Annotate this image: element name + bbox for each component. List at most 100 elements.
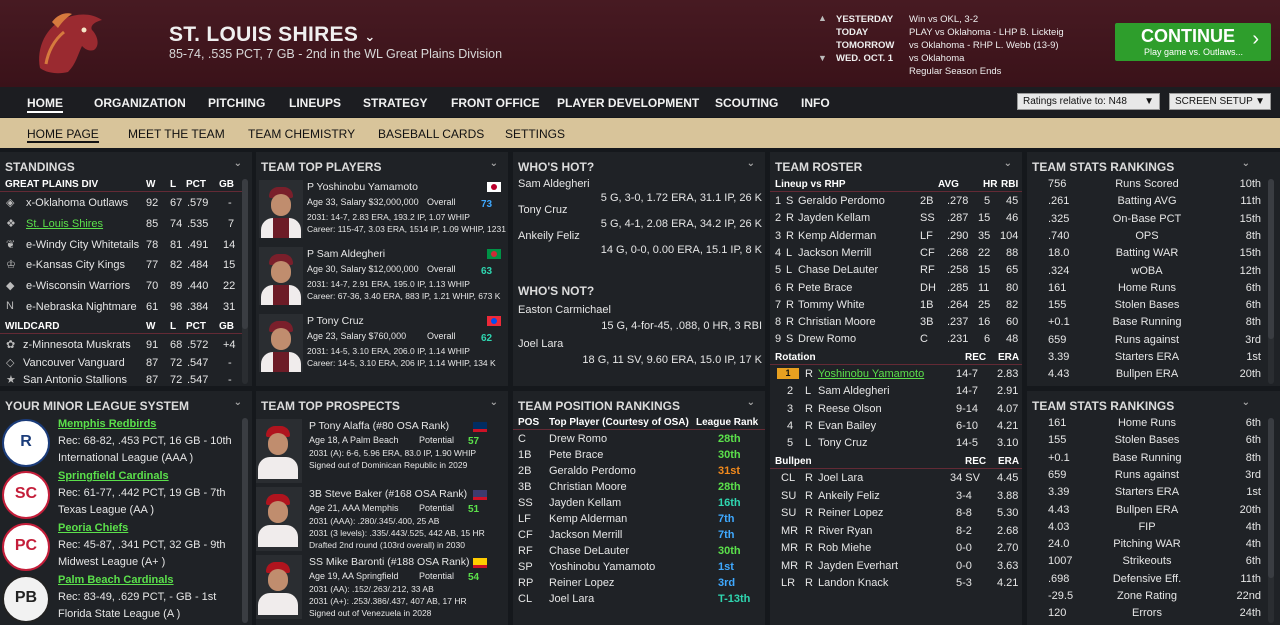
player-name[interactable]: Chase DeLauter	[798, 264, 878, 276]
schedule-down-icon[interactable]: ▼	[818, 53, 827, 63]
team-name[interactable]: x-Oklahoma Outlaws	[26, 197, 128, 209]
nav-player-development[interactable]: PLAYER DEVELOPMENT	[557, 96, 699, 110]
scrollbar[interactable]	[242, 418, 248, 623]
chevron-down-icon[interactable]: ⌄	[234, 397, 242, 408]
subnav-team-chemistry[interactable]: TEAM CHEMISTRY	[248, 127, 355, 141]
prospect-name[interactable]: SS Mike Baronti (#188 OSA Rank)	[309, 556, 470, 568]
subnav-home-page[interactable]: HOME PAGE	[27, 127, 99, 143]
schedule-up-icon[interactable]: ▲	[818, 13, 827, 23]
player-name[interactable]: Kemp Alderman	[798, 230, 876, 242]
prospect-portrait[interactable]	[256, 419, 302, 483]
team-name[interactable]: St. Louis Shires	[26, 218, 103, 230]
pitcher-name[interactable]: River Ryan	[818, 525, 872, 537]
team-title[interactable]: ST. LOUIS SHIRES ⌄	[169, 23, 376, 47]
player-name[interactable]: P Tony Cruz	[307, 315, 364, 327]
scrollbar-thumb[interactable]	[1268, 418, 1274, 578]
pct: .484	[187, 259, 209, 272]
chevron-down-icon[interactable]: ⌄	[1242, 158, 1250, 169]
nav-organization[interactable]: ORGANIZATION	[94, 96, 186, 110]
hot-player-name[interactable]: Ankeily Feliz	[518, 230, 580, 242]
player-name[interactable]: Christian Moore	[798, 316, 876, 328]
subnav-meet-the-team[interactable]: MEET THE TEAM	[128, 127, 225, 141]
pitcher-name[interactable]: Joel Lara	[818, 472, 863, 484]
subnav-baseball-cards[interactable]: BASEBALL CARDS	[378, 127, 484, 141]
minor-team-name[interactable]: Memphis Redbirds	[58, 418, 156, 430]
chevron-down-icon[interactable]: ⌄	[234, 158, 242, 169]
team-name[interactable]: e-Kansas City Kings	[26, 259, 125, 271]
pitcher-name[interactable]: Reese Olson	[818, 403, 882, 415]
team-name[interactable]: e-Nebraska Nightmare	[26, 301, 137, 313]
prospect-name[interactable]: P Tony Alaffa (#80 OSA Rank)	[309, 420, 449, 432]
minor-team-name[interactable]: Palm Beach Cardinals	[58, 574, 174, 586]
pitcher-name[interactable]: Jayden Everhart	[818, 560, 898, 572]
top-player[interactable]: Drew Romo	[549, 433, 607, 445]
top-player[interactable]: Reiner Lopez	[549, 577, 614, 589]
player-name[interactable]: P Sam Aldegheri	[307, 248, 385, 260]
chevron-down-icon[interactable]: ⌄	[490, 158, 498, 169]
top-player[interactable]: Geraldo Perdomo	[549, 465, 636, 477]
player-name[interactable]: Drew Romo	[798, 333, 856, 345]
top-player[interactable]: Jackson Merrill	[549, 529, 622, 541]
screen-setup-select[interactable]: SCREEN SETUP ▼	[1169, 93, 1271, 110]
player-name[interactable]: Geraldo Perdomo	[798, 195, 885, 207]
pitcher-name[interactable]: Evan Bailey	[818, 420, 876, 432]
nav-home[interactable]: HOME	[27, 96, 63, 113]
top-player[interactable]: Jayden Kellam	[549, 497, 621, 509]
prospect-portrait[interactable]	[256, 555, 302, 619]
player-name[interactable]: Tommy White	[798, 299, 865, 311]
prospect-portrait[interactable]	[256, 487, 302, 551]
minor-team-record: Rec: 68-82, .453 PCT, 16 GB - 10th	[58, 435, 232, 447]
player-name[interactable]: Jayden Kellam	[798, 212, 870, 224]
nav-lineups[interactable]: LINEUPS	[289, 96, 341, 110]
top-player[interactable]: Yoshinobu Yamamoto	[549, 561, 655, 573]
pitcher-name[interactable]: Rob Miehe	[818, 542, 871, 554]
continue-button[interactable]: CONTINUE Play game vs. Outlaws... ›	[1115, 23, 1271, 61]
nav-info[interactable]: INFO	[801, 96, 830, 110]
throws: R	[805, 559, 813, 572]
not-player-name[interactable]: Easton Carmichael	[518, 304, 611, 316]
hot-player-name[interactable]: Sam Aldegheri	[518, 178, 590, 190]
throws: R	[805, 507, 813, 519]
subnav-settings[interactable]: SETTINGS	[505, 127, 565, 141]
chevron-down-icon[interactable]: ⌄	[747, 397, 755, 408]
top-player[interactable]: Chase DeLauter	[549, 545, 629, 557]
prospect-info: Age 21, AAA Memphis	[309, 503, 399, 513]
pitcher-name[interactable]: Tony Cruz	[818, 437, 868, 449]
team-name[interactable]: e-Wisconsin Warriors	[26, 280, 130, 292]
top-player[interactable]: Kemp Alderman	[549, 513, 627, 525]
ratings-select[interactable]: Ratings relative to: N48 ▼	[1017, 93, 1160, 110]
player-portrait[interactable]	[259, 180, 303, 238]
team-name[interactable]: e-Windy City Whitetails	[26, 239, 139, 251]
chevron-down-icon[interactable]: ⌄	[490, 397, 498, 408]
pitcher-name[interactable]: Reiner Lopez	[818, 507, 883, 519]
nav-strategy[interactable]: STRATEGY	[363, 96, 427, 110]
minor-team-name[interactable]: Springfield Cardinals	[58, 470, 169, 482]
player-portrait[interactable]	[259, 314, 303, 372]
pitcher-name[interactable]: Ankeily Feliz	[818, 490, 880, 502]
scrollbar-thumb[interactable]	[1268, 179, 1274, 339]
player-name[interactable]: Jackson Merrill	[798, 247, 871, 259]
nav-pitching[interactable]: PITCHING	[208, 96, 265, 110]
chevron-down-icon[interactable]: ⌄	[1242, 397, 1250, 408]
top-player[interactable]: Joel Lara	[549, 593, 594, 605]
minor-team-name[interactable]: Peoria Chiefs	[58, 522, 128, 534]
hot-player-name[interactable]: Tony Cruz	[518, 204, 568, 216]
nav-front-office[interactable]: FRONT OFFICE	[451, 96, 540, 110]
pitcher-name[interactable]: Yoshinobu Yamamoto	[818, 368, 924, 380]
top-player[interactable]: Pete Brace	[549, 449, 603, 461]
nav-scouting[interactable]: SCOUTING	[715, 96, 778, 110]
top-player[interactable]: Christian Moore	[549, 481, 627, 493]
not-player-name[interactable]: Joel Lara	[518, 338, 563, 350]
chevron-down-icon[interactable]: ⌄	[1004, 158, 1012, 169]
player-name[interactable]: P Yoshinobu Yamamoto	[307, 181, 418, 193]
chevron-down-icon[interactable]: ⌄	[747, 158, 755, 169]
player-name[interactable]: Pete Brace	[798, 282, 852, 294]
team-name[interactable]: Vancouver Vanguard	[23, 357, 125, 369]
team-name[interactable]: z-Minnesota Muskrats	[23, 339, 131, 351]
scrollbar-thumb[interactable]	[242, 179, 248, 329]
pitcher-name[interactable]: Landon Knack	[818, 577, 888, 589]
prospect-name[interactable]: 3B Steve Baker (#168 OSA Rank)	[309, 488, 467, 500]
player-portrait[interactable]	[259, 247, 303, 305]
team-name[interactable]: San Antonio Stallions	[23, 374, 127, 386]
pitcher-name[interactable]: Sam Aldegheri	[818, 385, 890, 397]
